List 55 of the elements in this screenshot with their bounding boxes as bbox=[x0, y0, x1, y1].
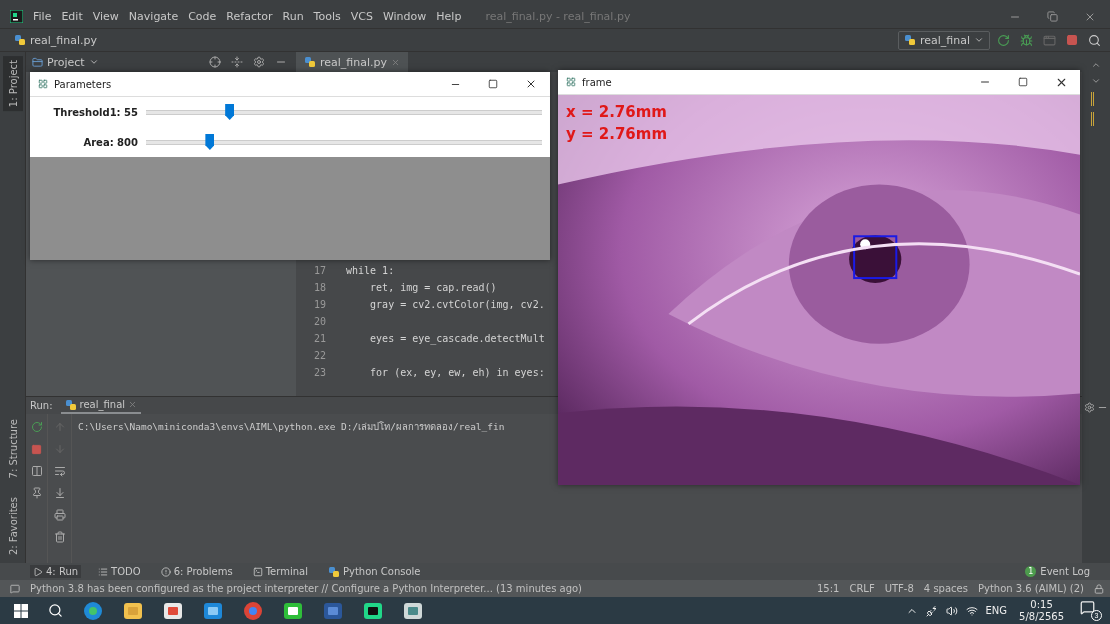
slider-label: Threshold1: 55 bbox=[52, 106, 139, 118]
line-number: 22 bbox=[312, 350, 327, 361]
status-item[interactable]: 4 spaces bbox=[923, 583, 968, 594]
menu-item[interactable]: File bbox=[33, 10, 52, 23]
run-tab[interactable]: real_final bbox=[60, 397, 142, 414]
status-item[interactable]: Python 3.6 (AIML) (2) bbox=[977, 583, 1084, 594]
measurement-text: y = 2.76mm bbox=[566, 125, 668, 143]
menu-item[interactable]: View bbox=[92, 10, 119, 23]
tool-window-tab[interactable]: Terminal bbox=[249, 565, 311, 578]
line-number: 21 bbox=[312, 333, 327, 344]
line-number: 19 bbox=[312, 299, 327, 310]
run-configuration-dropdown[interactable]: real_final bbox=[897, 30, 990, 50]
project-view-dropdown[interactable]: Project bbox=[32, 55, 99, 69]
menu-item[interactable]: Help bbox=[436, 10, 462, 23]
line-number: 20 bbox=[312, 316, 327, 327]
status-message: Python 3.8 has been configured as the project interpreter // Configure a Python Interpreter... (13 minutes ago) bbox=[30, 583, 583, 594]
menu-item[interactable]: Refactor bbox=[226, 10, 273, 23]
code-line: ret, img = cap.read() bbox=[369, 282, 497, 293]
window-title: real_final.py - real_final.py bbox=[485, 10, 631, 23]
tool-window-tab[interactable]: 4: Run bbox=[30, 565, 82, 578]
slider-label: Area: 800 bbox=[82, 136, 139, 148]
menu-item[interactable]: Window bbox=[382, 10, 427, 23]
language-indicator[interactable]: ENG bbox=[985, 605, 1008, 616]
tool-window-tab[interactable]: Python Console bbox=[324, 564, 424, 579]
menu-item[interactable]: Tools bbox=[313, 10, 341, 23]
status-item[interactable]: UTF-8 bbox=[884, 583, 914, 594]
menu-item[interactable]: Run bbox=[282, 10, 304, 23]
measurement-text: x = 2.76mm bbox=[566, 103, 668, 121]
menu-item[interactable]: VCS bbox=[350, 10, 373, 23]
code-line: for (ex, ey, ew, eh) in eyes: bbox=[369, 367, 545, 378]
status-item[interactable]: 15:1 bbox=[816, 583, 840, 594]
tool-window-tab[interactable]: 1: Project bbox=[2, 56, 23, 112]
menu-item[interactable]: Edit bbox=[61, 10, 83, 23]
console-output: C:\Users\Namo\miniconda3\envs\AIML\python.exe D:/เล่มปโท/ผลการทดลอง/real_fin bbox=[77, 420, 506, 434]
line-number: 17 bbox=[312, 265, 327, 276]
line-number: 23 bbox=[312, 367, 327, 378]
menu-item[interactable]: Navigate bbox=[128, 10, 179, 23]
line-number: 18 bbox=[312, 282, 327, 293]
window-title: Parameters bbox=[54, 78, 112, 90]
clock-date: 5/8/2565 bbox=[1019, 611, 1064, 622]
status-item[interactable]: CRLF bbox=[849, 583, 875, 594]
menu-item[interactable]: Code bbox=[188, 10, 217, 23]
code-line: gray = cv2.cvtColor(img, cv2. bbox=[369, 299, 545, 310]
tool-window-tab[interactable]: 7: Structure bbox=[2, 415, 23, 483]
event-log-button[interactable]: 1 Event Log bbox=[1019, 565, 1096, 578]
panel-label: Run: bbox=[30, 400, 53, 411]
clock-time: 0:15 bbox=[1030, 599, 1053, 610]
breadcrumb[interactable]: real_final.py bbox=[30, 33, 98, 47]
code-line: eyes = eye_cascade.detectMult bbox=[369, 333, 545, 344]
editor-tab[interactable]: real_final.py bbox=[296, 52, 409, 72]
tool-window-tab[interactable]: 2: Favorites bbox=[2, 492, 23, 559]
window-title: frame bbox=[582, 76, 612, 88]
tool-window-tab[interactable]: 6: Problems bbox=[157, 565, 236, 578]
code-line: while 1: bbox=[346, 265, 395, 276]
tool-window-tab[interactable]: TODO bbox=[95, 565, 144, 578]
